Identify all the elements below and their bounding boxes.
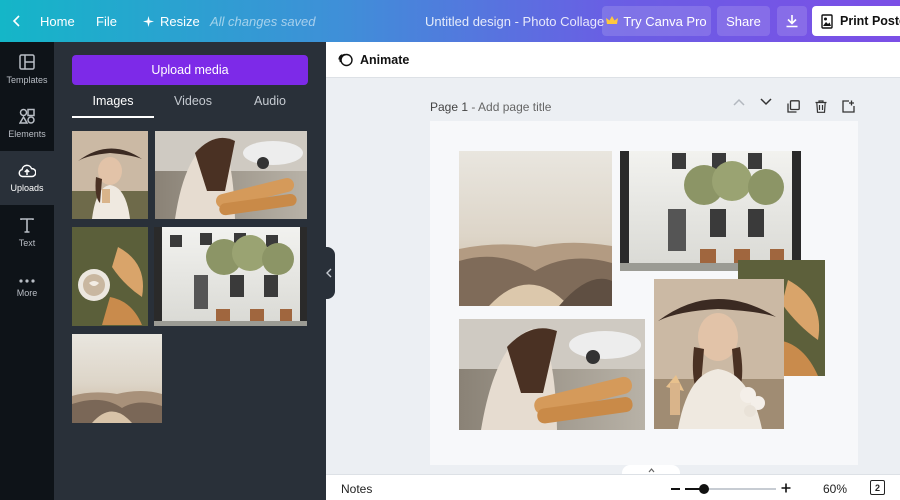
elements-icon	[19, 108, 35, 124]
rail-label: Elements	[8, 128, 46, 139]
crown-icon	[606, 16, 619, 24]
upload-media-button[interactable]: Upload media	[72, 55, 308, 85]
zoom-slider[interactable]	[685, 484, 776, 494]
delete-page-button[interactable]	[815, 100, 827, 113]
collage-photo-baguette[interactable]	[459, 319, 645, 430]
resize-button[interactable]: Resize	[143, 0, 200, 42]
page-move-up-button[interactable]	[733, 98, 745, 106]
collage-photo-landscape[interactable]	[459, 151, 612, 306]
zoom-slider-handle[interactable]	[699, 484, 709, 494]
duplicate-page-button[interactable]	[787, 100, 800, 113]
upload-thumb-baguette[interactable]	[155, 131, 307, 219]
zoom-out-icon[interactable]	[671, 488, 680, 490]
page-title-row[interactable]: Page 1 - Add page title	[430, 100, 551, 114]
rail-label: Templates	[6, 74, 48, 85]
notes-button[interactable]: Notes	[341, 482, 372, 496]
page-move-down-button[interactable]	[760, 98, 772, 106]
rail-item-more[interactable]: More	[0, 261, 54, 315]
home-button[interactable]: Home	[12, 0, 75, 42]
save-status: All changes saved	[210, 13, 316, 29]
document-title[interactable]: Untitled design - Photo Collage	[425, 0, 604, 42]
add-page-button[interactable]	[842, 100, 855, 113]
more-icon	[19, 278, 35, 283]
chevron-up-icon	[648, 468, 654, 473]
templates-icon	[19, 53, 35, 70]
print-poster-label: Print Poster	[840, 14, 900, 28]
upload-thumb-coffee[interactable]	[72, 227, 148, 326]
file-menu[interactable]: File	[96, 0, 117, 42]
left-rail: Templates Elements Uploads Text More	[0, 42, 54, 500]
home-label: Home	[40, 13, 75, 29]
tab-images[interactable]: Images	[72, 94, 154, 118]
collapse-panel-handle[interactable]	[322, 247, 335, 299]
collage-photo-house[interactable]	[620, 151, 801, 271]
chevron-left-icon	[325, 268, 331, 278]
sparkle-icon	[143, 15, 154, 27]
rail-label: More	[16, 287, 38, 298]
add-page-icon	[842, 100, 855, 113]
page-count-button[interactable]: 2	[870, 480, 885, 495]
bottom-bar: Notes 60% 2	[326, 474, 900, 500]
collage-photo-woman-hat[interactable]	[654, 279, 784, 429]
chevron-up-icon	[733, 98, 745, 106]
try-pro-label: Try Canva Pro	[623, 13, 707, 29]
uploads-icon	[18, 164, 36, 177]
rail-item-elements[interactable]: Elements	[0, 96, 54, 150]
rail-label: Text	[18, 238, 36, 248]
rail-label: Uploads	[10, 182, 44, 193]
rail-item-text[interactable]: Text	[0, 206, 54, 260]
print-poster-button[interactable]: Print Poster	[812, 6, 900, 36]
zoom-in-icon[interactable]	[781, 482, 791, 493]
text-icon	[20, 218, 34, 233]
chevron-left-icon	[12, 15, 20, 27]
page-number: Page 1	[430, 100, 469, 114]
tab-videos[interactable]: Videos	[154, 94, 232, 118]
design-page[interactable]	[430, 121, 858, 465]
upload-thumb-landscape[interactable]	[72, 334, 162, 423]
uploads-panel: Upload media Images Videos Audio	[54, 42, 326, 500]
rail-item-templates[interactable]: Templates	[0, 42, 54, 96]
try-pro-button[interactable]: Try Canva Pro	[602, 6, 711, 36]
tab-audio[interactable]: Audio	[232, 94, 308, 118]
animate-button[interactable]: Animate	[338, 52, 409, 67]
print-poster-icon	[821, 13, 833, 29]
download-button[interactable]	[777, 6, 807, 36]
context-toolbar: Animate	[326, 42, 900, 78]
trash-icon	[815, 100, 827, 113]
page-title-placeholder: - Add page title	[468, 100, 552, 114]
share-button[interactable]: Share	[717, 6, 770, 36]
animate-label: Animate	[360, 52, 410, 67]
download-icon	[786, 15, 798, 28]
duplicate-icon	[787, 100, 800, 113]
zoom-level[interactable]: 60%	[823, 482, 847, 496]
top-bar: Home File Resize All changes saved Untit…	[0, 0, 900, 42]
animate-icon	[338, 53, 353, 67]
chevron-down-icon	[760, 98, 772, 106]
resize-label: Resize	[160, 13, 200, 29]
upload-thumb-woman-hat[interactable]	[72, 131, 148, 219]
upload-thumb-house[interactable]	[154, 227, 307, 326]
rail-item-uploads[interactable]: Uploads	[0, 151, 54, 205]
